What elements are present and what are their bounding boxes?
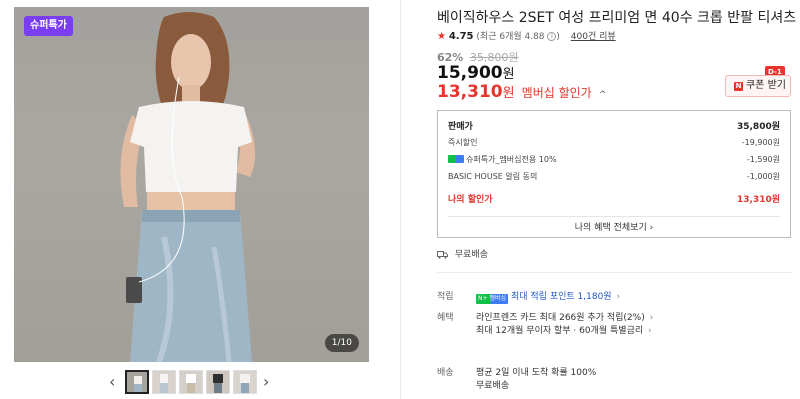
price-row: 15,900원 — [437, 63, 515, 83]
recent-rating: (최근 6개월 4.88 — [476, 32, 545, 42]
truck-icon — [437, 251, 448, 259]
breakdown-row: 슈퍼특가_멤버십전용 10% -1,590원 — [448, 154, 780, 165]
thumbnail-5[interactable] — [233, 370, 257, 394]
benefit-line-2[interactable]: 최대 12개월 무이자 할부 · 60개월 특별금리 › — [476, 323, 652, 336]
naver-icon: N — [734, 82, 743, 91]
won-unit: 원 — [502, 86, 515, 101]
section-divider — [437, 272, 792, 273]
breakdown-label: BASIC HOUSE 알림 동의 — [448, 172, 538, 181]
breakdown-value: -1,000원 — [746, 172, 780, 181]
breakdown-label: 즉시할인 — [448, 138, 478, 147]
breakdown-value: 13,310원 — [736, 195, 780, 205]
breakdown-row: 즉시할인 -19,900원 — [448, 137, 780, 148]
member-price: 13,310 — [437, 82, 503, 102]
review-count-link[interactable]: 400건 리뷰 — [571, 32, 616, 42]
thumbnail-2[interactable] — [152, 370, 176, 394]
shipping-label: 배송 — [437, 368, 454, 378]
chevron-up-icon[interactable]: ^ — [599, 90, 607, 100]
breakdown-value: -19,900원 — [741, 138, 780, 147]
next-thumb-arrow-icon[interactable]: › — [263, 372, 269, 391]
points-row[interactable]: N+ 멤버십 최대 적립 포인트 1,180원 › — [476, 289, 620, 304]
chevron-right-icon: › — [648, 326, 652, 336]
breakdown-label: 판매가 — [448, 122, 473, 132]
membership-icon — [448, 155, 464, 163]
shipping-line-2: 무료배송 — [476, 381, 510, 391]
rating-row: ★ 4.75 (최근 6개월 4.88 i) 400건 리뷰 — [437, 29, 616, 42]
member-price-label: 멤버십 할인가 — [521, 86, 592, 100]
view-all-label: 나의 혜택 전체보기 — [574, 223, 647, 233]
super-deal-badge: 슈퍼특가 — [24, 16, 73, 36]
image-counter: 1/10 — [324, 334, 359, 352]
thumbnail-image — [207, 371, 229, 393]
benefit-text: 라인프렌즈 카드 최대 266원 추가 적립(2%) — [476, 313, 645, 323]
benefit-text: 최대 12개월 무이자 할부 · 60개월 특별금리 — [476, 326, 644, 336]
thumbnail-image — [127, 372, 147, 392]
product-title: 베이직하우스 2SET 여성 프리미엄 면 40수 크롭 반팔 티셔츠 — [437, 10, 797, 26]
points-label: 적립 — [437, 292, 454, 302]
won-unit: 원 — [502, 67, 515, 82]
thumbnail-image — [153, 371, 175, 393]
breakdown-row-mine: 나의 할인가 13,310원 — [448, 192, 780, 205]
view-all-benefits-link[interactable]: 나의 혜택 전체보기 › — [438, 220, 790, 233]
breakdown-value: -1,590원 — [746, 155, 780, 164]
sale-price: 15,900 — [437, 63, 503, 83]
thumbnail-image — [180, 371, 202, 393]
benefits-label: 혜택 — [437, 313, 454, 323]
coupon-button[interactable]: N 쿠폰 받기 — [725, 75, 791, 97]
star-icon: ★ — [437, 31, 446, 42]
price-breakdown-box: 판매가 35,800원 즉시할인 -19,900원 슈퍼특가_멤버십전용 10%… — [437, 110, 791, 238]
thumbnail-image — [234, 371, 256, 393]
breakdown-row: BASIC HOUSE 알림 동의 -1,000원 — [448, 171, 780, 182]
shipping-line-1: 평균 2일 이내 도착 확률 100% — [476, 368, 597, 378]
membership-badge: N+ 멤버십 — [476, 294, 508, 304]
member-price-row[interactable]: 13,310원 멤버십 할인가 ^ — [437, 82, 606, 102]
rating-score: 4.75 — [448, 31, 474, 42]
max-points-text: 최대 적립 포인트 1,180원 — [510, 292, 612, 302]
chevron-right-icon: › — [649, 223, 654, 233]
column-divider — [400, 0, 401, 399]
product-main-image[interactable]: 슈퍼특가 1/10 — [14, 7, 369, 362]
model-photo — [120, 12, 256, 362]
thumbnail-strip: ‹ › — [105, 370, 285, 396]
chevron-right-icon: › — [649, 313, 654, 323]
breakdown-label: 나의 할인가 — [448, 195, 493, 205]
coupon-label: 쿠폰 받기 — [746, 80, 786, 91]
breakdown-divider — [448, 216, 780, 217]
benefit-line-1[interactable]: 라인프렌즈 카드 최대 266원 추가 적립(2%) › — [476, 310, 653, 323]
breakdown-label: 슈퍼특가_멤버십전용 10% — [466, 155, 557, 164]
delivery-label: 무료배송 — [454, 250, 488, 260]
prev-thumb-arrow-icon[interactable]: ‹ — [109, 372, 115, 391]
recent-rating-close: ) — [556, 32, 560, 42]
breakdown-value: 35,800원 — [736, 122, 780, 132]
chevron-right-icon: › — [616, 292, 621, 302]
thumbnail-1[interactable] — [125, 370, 149, 394]
thumbnail-4[interactable] — [206, 370, 230, 394]
breakdown-row-sale: 판매가 35,800원 — [448, 119, 780, 132]
delivery-row: 무료배송 — [437, 247, 488, 260]
thumbnail-3[interactable] — [179, 370, 203, 394]
